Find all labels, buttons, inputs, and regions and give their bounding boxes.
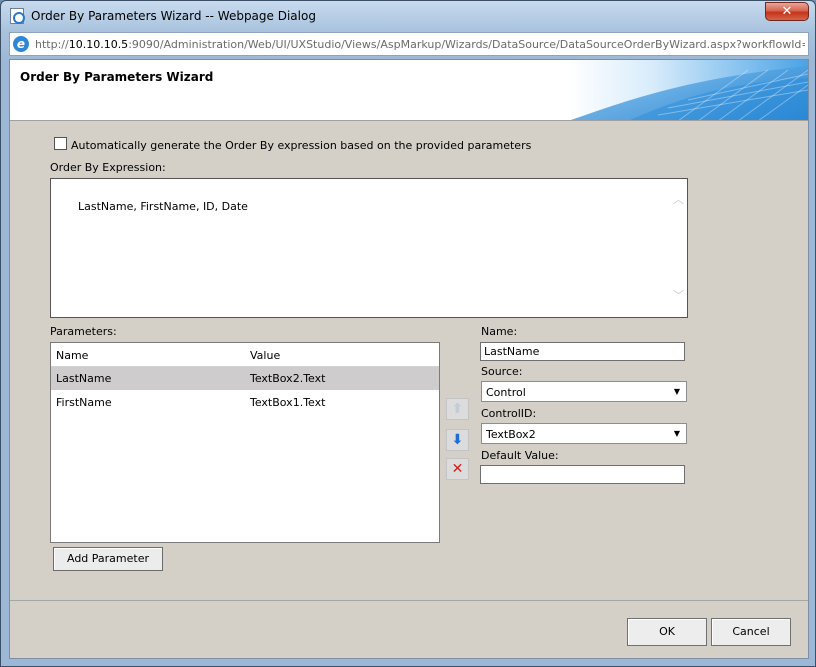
wizard-header: Order By Parameters Wizard <box>10 60 808 121</box>
order-by-expression-textarea[interactable]: LastName, FirstName, ID, Date ︿ ﹀ <box>50 178 688 318</box>
order-by-expression-label: Order By Expression: <box>50 161 166 174</box>
header-decoration-graphic <box>568 60 808 120</box>
ok-button[interactable]: OK <box>627 618 707 646</box>
table-row[interactable]: LastName TextBox2.Text <box>51 367 439 390</box>
chevron-down-icon: ▼ <box>673 387 680 396</box>
name-input[interactable]: LastName <box>480 342 685 361</box>
address-bar: e http://10.10.10.5:9090/Administration/… <box>9 32 809 56</box>
source-value: Control <box>486 386 526 399</box>
url-prefix: http:// <box>35 38 69 51</box>
url-host: 10.10.10.5 <box>68 38 129 51</box>
expression-value: LastName, FirstName, ID, Date <box>77 200 248 213</box>
auto-generate-label: Automatically generate the Order By expr… <box>71 139 532 152</box>
cancel-button[interactable]: Cancel <box>711 618 791 646</box>
url-rest: :9090/Administration/Web/UI/UXStudio/Vie… <box>128 38 805 51</box>
move-up-icon[interactable]: ⬆ <box>446 398 469 420</box>
control-id-select[interactable]: TextBox2 ▼ <box>481 423 687 444</box>
default-value-input[interactable] <box>480 465 685 484</box>
auto-generate-checkbox[interactable] <box>54 137 67 150</box>
add-parameter-button[interactable]: Add Parameter <box>53 547 163 571</box>
name-label: Name: <box>481 325 518 338</box>
parameters-label: Parameters: <box>50 325 117 338</box>
source-select[interactable]: Control ▼ <box>481 381 687 402</box>
chevron-down-icon: ▼ <box>673 429 680 438</box>
scroll-up-icon[interactable]: ︿ <box>673 194 684 205</box>
scroll-down-icon[interactable]: ﹀ <box>673 290 684 301</box>
footer-divider <box>10 600 808 601</box>
source-label: Source: <box>481 365 523 378</box>
control-id-label: ControlID: <box>481 407 537 420</box>
control-id-value: TextBox2 <box>486 428 536 441</box>
table-header: Name Value <box>51 343 439 367</box>
move-down-icon[interactable]: ⬇ <box>446 429 469 451</box>
wizard-title: Order By Parameters Wizard <box>20 70 214 84</box>
row-value: TextBox1.Text <box>250 396 326 409</box>
table-row[interactable]: FirstName TextBox1.Text <box>51 391 439 414</box>
title-bar[interactable]: Order By Parameters Wizard -- Webpage Di… <box>1 1 815 31</box>
delete-x-icon[interactable]: ✕ <box>446 458 469 480</box>
parameters-table: Name Value LastName TextBox2.Text FirstN… <box>50 342 440 543</box>
row-name: LastName <box>56 372 112 385</box>
dialog-window: Order By Parameters Wizard -- Webpage Di… <box>0 0 816 667</box>
close-button[interactable]: ✕ <box>765 2 809 21</box>
url-text: http://10.10.10.5:9090/Administration/We… <box>35 38 805 51</box>
default-value-label: Default Value: <box>481 449 559 462</box>
wizard-dialog: Order By Parameters Wizard Automatically… <box>9 59 809 659</box>
page-icon <box>10 8 25 24</box>
row-name: FirstName <box>56 396 112 409</box>
row-value: TextBox2.Text <box>250 372 326 385</box>
ie-icon: e <box>13 36 29 52</box>
column-header-name: Name <box>56 349 89 362</box>
column-header-value: Value <box>250 349 281 362</box>
window-title: Order By Parameters Wizard -- Webpage Di… <box>31 9 316 23</box>
